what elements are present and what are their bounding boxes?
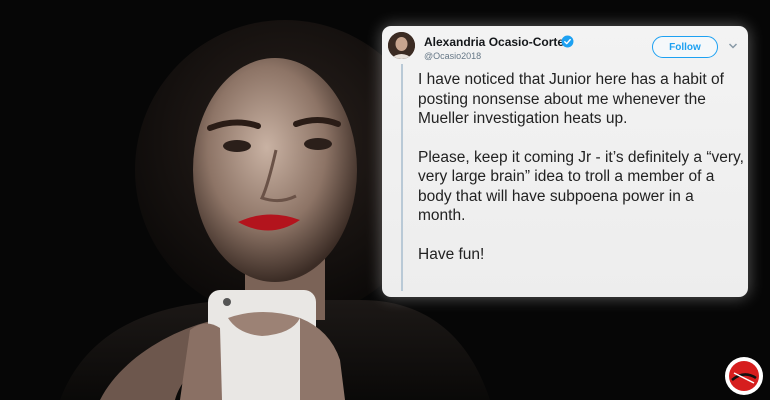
tweet-paragraph: I have noticed that Junior here has a ha… [418, 71, 724, 127]
follow-button[interactable]: Follow [652, 36, 718, 58]
tweet-text: I have noticed that Junior here has a ha… [418, 70, 744, 283]
avatar[interactable] [388, 32, 415, 59]
chevron-down-icon[interactable] [728, 41, 738, 51]
thread-line [401, 64, 403, 291]
verified-badge-icon [561, 35, 574, 48]
tweet-card: Alexandria Ocasio-Cortez @Ocasio2018 Fol… [382, 26, 748, 297]
author-name[interactable]: Alexandria Ocasio-Cortez [424, 35, 570, 49]
tweet-paragraph: Have fun! [418, 245, 485, 263]
author-handle[interactable]: @Ocasio2018 [424, 51, 481, 61]
site-logo [725, 357, 763, 395]
tweet-paragraph: Please, keep it coming Jr - it’s definit… [418, 148, 744, 225]
